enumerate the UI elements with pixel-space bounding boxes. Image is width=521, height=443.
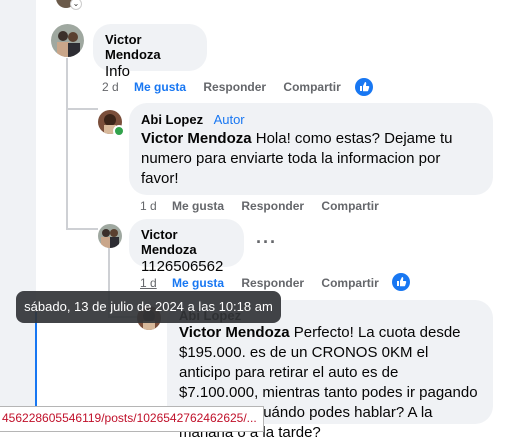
- chevron-down-icon[interactable]: ⌄: [70, 0, 82, 10]
- comment-timestamp[interactable]: 2 d: [102, 80, 119, 94]
- comment-timestamp[interactable]: 1 d: [140, 276, 157, 290]
- comment-actions: 2 d Me gusta Responder Compartir: [102, 80, 355, 94]
- author-badge: Autor: [213, 112, 245, 127]
- comment-text: 1126506562: [141, 258, 224, 275]
- like-button[interactable]: Me gusta: [134, 80, 186, 94]
- comment-author[interactable]: Abi Lopez: [141, 112, 203, 127]
- timestamp-tooltip: sábado, 13 de julio de 2024 a las 10:18 …: [16, 291, 281, 323]
- comment-actions: 1 d Me gusta Responder Compartir: [140, 199, 393, 213]
- comment-bubble: Abi Lopez Autor Victor Mendoza Hola! com…: [129, 103, 493, 195]
- like-thumb-icon[interactable]: [392, 273, 410, 291]
- comment-text: Info: [105, 63, 131, 80]
- left-rail: [0, 0, 37, 430]
- mention-link[interactable]: Victor Mendoza: [141, 130, 252, 147]
- share-button[interactable]: Compartir: [321, 199, 378, 213]
- comment-author[interactable]: Victor Mendoza: [105, 32, 195, 62]
- share-button[interactable]: Compartir: [283, 80, 340, 94]
- like-button[interactable]: Me gusta: [172, 199, 224, 213]
- thread-line: [66, 228, 98, 230]
- like-thumb-icon[interactable]: [355, 78, 373, 96]
- comment-author[interactable]: Victor Mendoza: [141, 227, 232, 257]
- avatar[interactable]: [98, 224, 122, 248]
- more-options-icon[interactable]: ···: [256, 232, 277, 253]
- like-button[interactable]: Me gusta: [172, 276, 224, 290]
- thread-line: [66, 108, 98, 110]
- comment-text: Victor Mendoza Hola! como estas? Dejame …: [141, 129, 481, 189]
- online-status-icon: [113, 125, 125, 137]
- thread-line: [66, 58, 68, 230]
- share-button[interactable]: Compartir: [321, 276, 378, 290]
- avatar[interactable]: [51, 24, 84, 57]
- reply-button[interactable]: Responder: [241, 199, 304, 213]
- status-bar-url: 456228605546119/posts/1026542762462625/.…: [0, 406, 264, 432]
- comment-bubble: Victor Mendoza Info: [93, 24, 207, 80]
- comment-timestamp[interactable]: 1 d: [140, 199, 157, 213]
- comment-bubble: Victor Mendoza 1126506562: [129, 219, 244, 275]
- reply-button[interactable]: Responder: [203, 80, 266, 94]
- mention-link[interactable]: Victor Mendoza: [179, 324, 290, 341]
- comment-actions: 1 d Me gusta Responder Compartir: [140, 276, 393, 290]
- reply-button[interactable]: Responder: [241, 276, 304, 290]
